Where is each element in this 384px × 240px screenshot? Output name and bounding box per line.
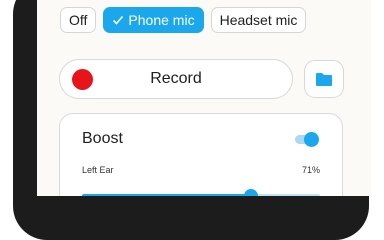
- folder-icon: [316, 72, 332, 86]
- mic-mode-off-chip[interactable]: Off: [60, 7, 97, 33]
- check-icon: [113, 15, 124, 25]
- mic-mode-phone-chip[interactable]: Phone mic: [103, 7, 204, 33]
- boost-card: Boost Left Ear 71%: [59, 113, 343, 196]
- slider-thumb[interactable]: [243, 189, 258, 196]
- open-folder-button[interactable]: [304, 60, 344, 98]
- phone-frame: Off Phone mic Headset mic Record Boost L…: [13, 0, 371, 240]
- chip-label: Headset mic: [219, 12, 298, 28]
- record-label: Record: [150, 70, 202, 87]
- left-ear-slider[interactable]: [82, 189, 320, 196]
- toggle-knob: [304, 132, 319, 147]
- chip-label: Phone mic: [128, 12, 195, 28]
- record-button[interactable]: Record: [59, 59, 293, 99]
- boost-title: Boost: [82, 130, 123, 147]
- slider-fill: [82, 194, 251, 196]
- app-screen: Off Phone mic Headset mic Record Boost L…: [37, 0, 371, 196]
- left-ear-label: Left Ear: [82, 165, 114, 175]
- boost-toggle[interactable]: [295, 132, 319, 147]
- mic-mode-headset-chip[interactable]: Headset mic: [210, 7, 307, 33]
- chip-label: Off: [69, 12, 88, 28]
- mic-mode-selector: Off Phone mic Headset mic: [60, 7, 307, 33]
- left-ear-value: 71%: [301, 165, 320, 175]
